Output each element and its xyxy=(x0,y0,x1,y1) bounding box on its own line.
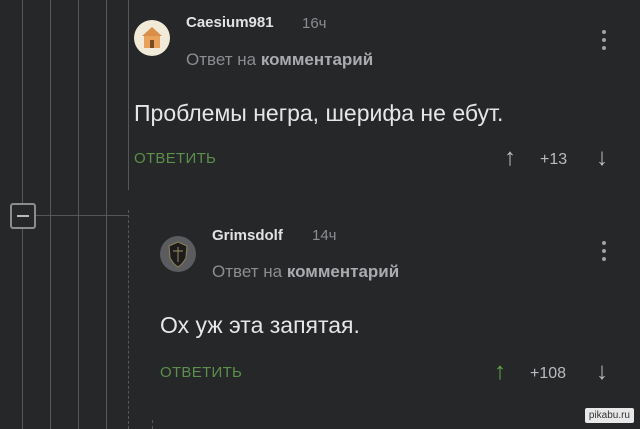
comment-text: Ох уж эта запятая. xyxy=(160,312,360,338)
reply-to-info: Ответ на комментарий xyxy=(212,262,399,282)
more-options-icon[interactable] xyxy=(602,241,606,265)
comment-author[interactable]: Grimsdolf xyxy=(212,227,283,244)
comment-time: 14ч xyxy=(312,227,337,244)
upvote-arrow-icon[interactable]: ↑ xyxy=(494,360,506,384)
watermark: pikabu.ru xyxy=(584,408,634,423)
downvote-arrow-icon[interactable]: ↓ xyxy=(596,360,608,384)
comment-grimsdolf: Grimsdolf 14ч Ответ на комментарий Ох уж… xyxy=(0,0,640,429)
reply-target-link[interactable]: комментарий xyxy=(287,262,399,281)
comment-rating: +108 xyxy=(530,365,567,382)
reply-button[interactable]: ОТВЕТИТЬ xyxy=(160,364,242,381)
reply-prefix: Ответ на xyxy=(212,262,283,281)
shield-avatar-icon[interactable] xyxy=(160,236,196,272)
